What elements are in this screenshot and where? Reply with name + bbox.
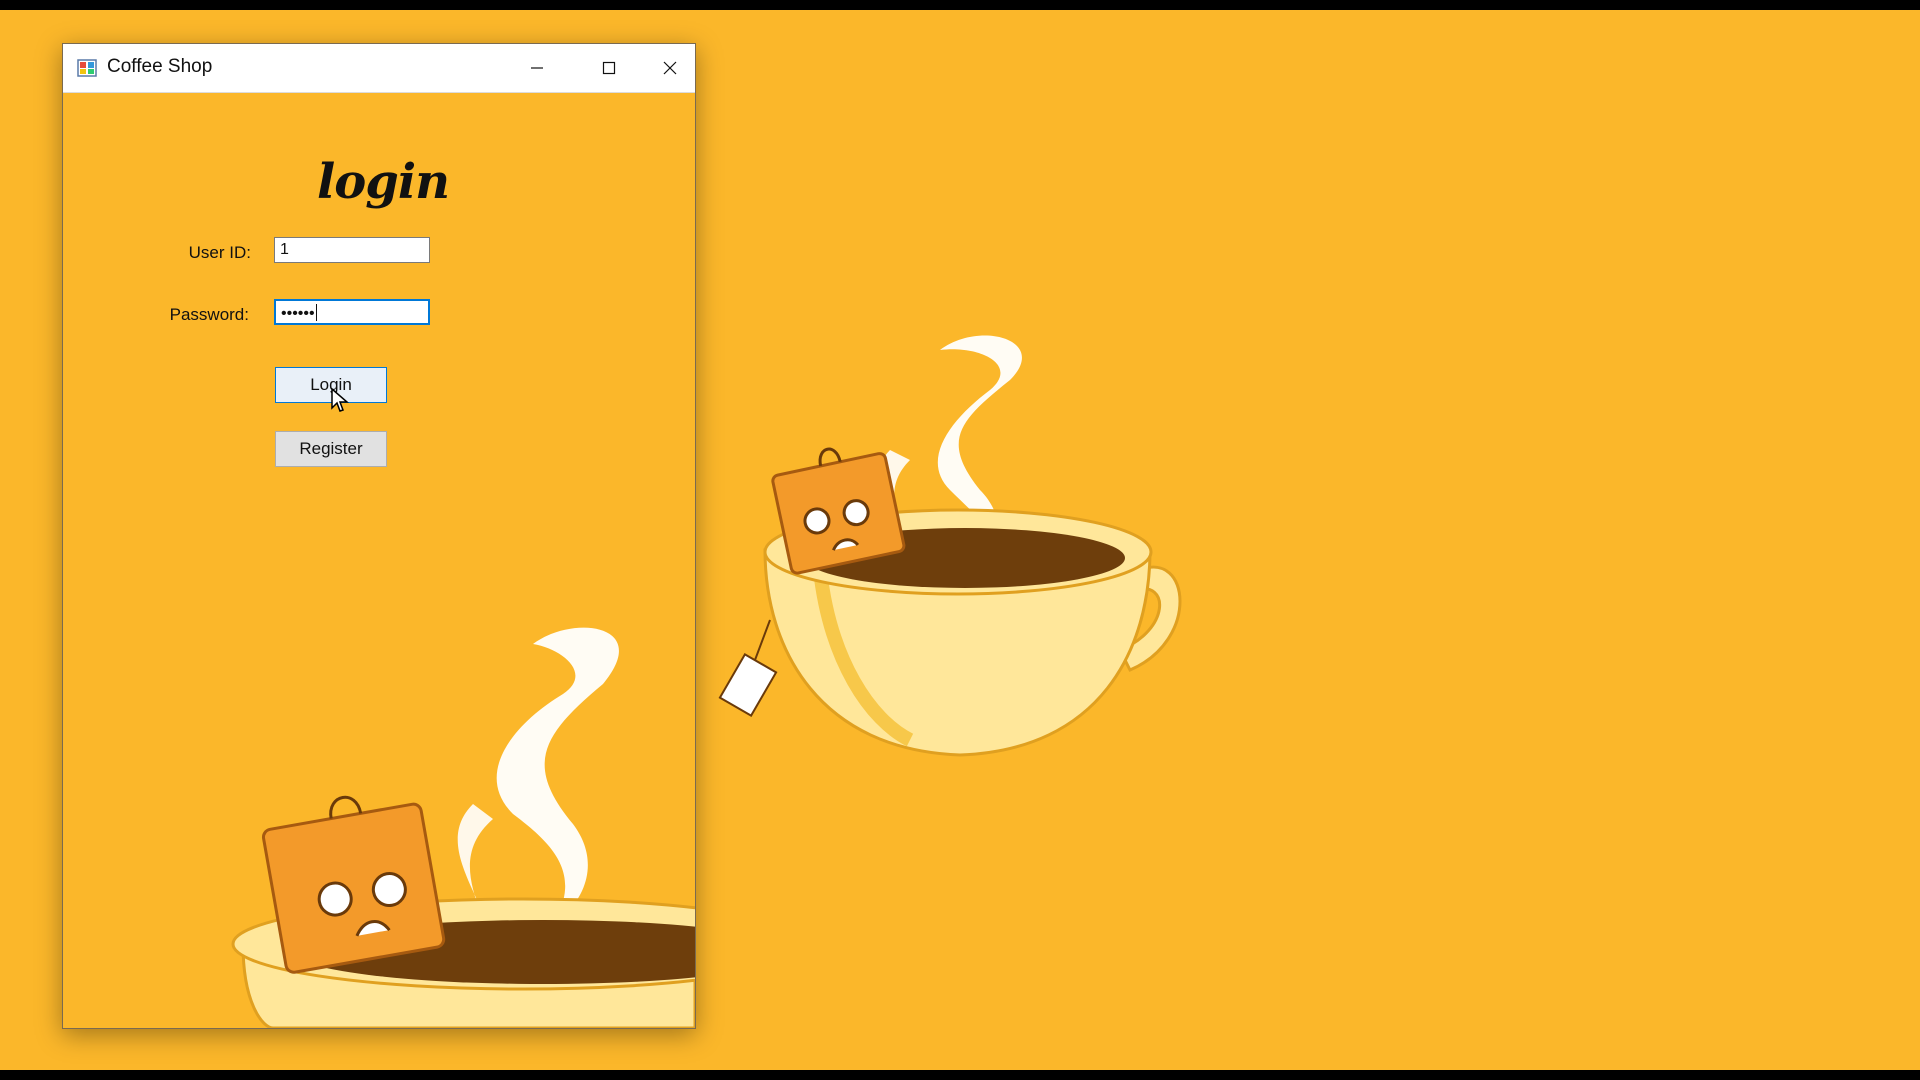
screen-bottom-border [0,1070,1920,1080]
window-titlebar[interactable]: Coffee Shop [63,44,695,93]
userid-value: 1 [280,241,289,258]
window-title: Coffee Shop [107,56,213,77]
userid-label: User ID: [188,243,251,262]
minimize-icon [531,67,543,69]
login-heading: login [317,154,450,210]
close-icon [663,61,677,75]
mouse-cursor-icon [331,388,349,412]
password-value: •••••• [281,305,315,322]
register-button[interactable]: Register [275,431,387,467]
close-button[interactable] [645,44,695,92]
wallpaper-teacup-illustration [718,335,1182,757]
maximize-icon [602,61,616,75]
desktop: Coffee Shop login User ID: 1 Password: •… [0,10,1920,1070]
form-teacup-illustration [231,627,695,1028]
userid-field[interactable]: 1 [274,237,430,263]
password-label: Password: [169,305,249,324]
minimize-button[interactable] [501,44,573,92]
password-field[interactable]: •••••• [274,299,430,325]
maximize-button[interactable] [573,44,645,92]
text-caret [315,304,317,321]
app-icon [77,59,97,77]
coffee-shop-window: Coffee Shop login User ID: 1 Password: •… [62,43,696,1029]
